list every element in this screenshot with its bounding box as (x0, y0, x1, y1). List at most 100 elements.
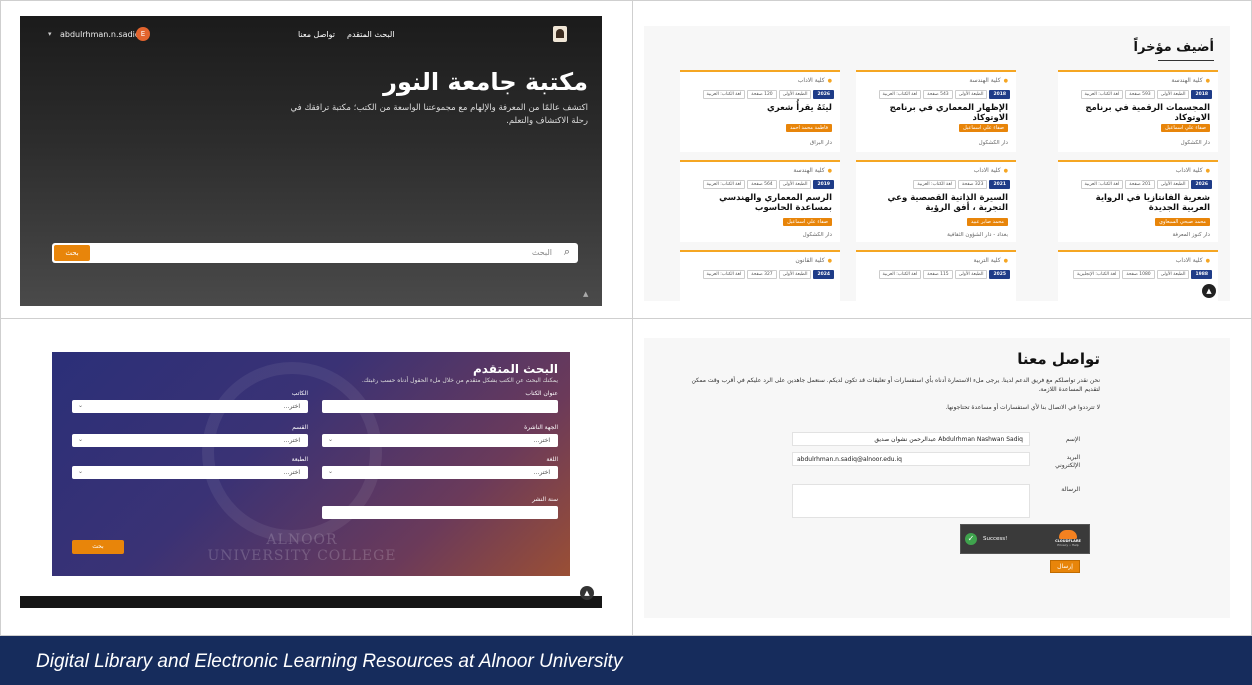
cloud-icon (1059, 530, 1077, 539)
book-title[interactable]: السيرة الذاتية القصصية وعي التجربة ، أفق… (863, 193, 1008, 213)
book-year: 2018 (1191, 90, 1212, 99)
book-card[interactable]: كلية الاداب 1988 الطبعة الأولى 1080 صفحة… (1058, 250, 1218, 301)
book-card[interactable]: كلية القانون 2024 الطبعة الأولى 327 صفحة… (680, 250, 840, 301)
year-label: سنة النشر (532, 496, 558, 503)
book-card[interactable]: كلية الهندسة 2019 الطبعة الأولى 564 صفحة… (680, 160, 840, 242)
book-title[interactable]: الإظهار المعماري في برنامج الاوتوكاد (863, 103, 1008, 123)
publisher-label: الجهة الناشرة (524, 424, 558, 431)
advanced-search-panel: ALNOOR UNIVERSITY COLLEGE البحث المتقدم … (20, 338, 602, 608)
name-label: الإسم (1065, 436, 1080, 443)
book-language: لغة الكتاب: الإنجليزية (1072, 270, 1121, 279)
page-footer (20, 596, 602, 608)
captcha-status: Success! (983, 536, 1008, 542)
search-input[interactable]: البحث (532, 248, 552, 257)
book-language: لغة الكتاب: العربية (878, 270, 922, 279)
avatar[interactable]: E (136, 27, 150, 41)
book-language: لغة الكتاب: العربية (702, 180, 746, 189)
book-edition: الطبعة الأولى (778, 270, 812, 279)
nav-advanced-search[interactable]: البحث المتقدم (347, 30, 395, 39)
university-logo-icon[interactable] (553, 26, 567, 42)
message-field[interactable] (792, 484, 1030, 518)
book-author[interactable]: صفاء علي اسماعيل (959, 124, 1008, 132)
email-field[interactable]: abdulrhman.n.sadiq@alnoor.edu.iq (792, 452, 1030, 466)
book-title[interactable]: المجسمات الرقمية في برنامج الاوتوكاد (1065, 103, 1210, 123)
book-faculty: كلية الاداب (974, 167, 1008, 174)
book-title-label: عنوان الكتاب (525, 390, 558, 397)
watermark-line2: UNIVERSITY COLLEGE (207, 548, 397, 564)
book-publisher: دار الكشكول (1180, 140, 1210, 146)
language-select[interactable]: اختر... ⌄ (322, 466, 558, 479)
book-year: 2018 (989, 90, 1010, 99)
language-label: اللغة (546, 456, 558, 463)
book-title[interactable]: شعرية الفانتازيا في الرواية العربية الجد… (1065, 193, 1210, 213)
book-card[interactable]: كلية الهندسة 2018 الطبعة الأولى 593 صفحة… (1058, 70, 1218, 152)
recently-added-panel: أضيف مؤخراً كلية الهندسة 2018 الطبعة الأ… (644, 26, 1230, 301)
book-tags: 1988 الطبعة الأولى 1080 صفحة لغة الكتاب:… (1072, 270, 1212, 279)
book-card[interactable]: كلية الاداب 2026 الطبعة الأولى 201 صفحة … (1058, 160, 1218, 242)
search-button[interactable]: بحث (72, 540, 124, 554)
book-pages: 593 صفحة (1125, 90, 1155, 99)
book-title[interactable]: الرسم المعماري والهندسي بمساعدة الحاسوب (687, 193, 832, 213)
send-button[interactable]: إرسال (1050, 560, 1080, 573)
edition-select[interactable]: اختر... ⌄ (72, 466, 308, 479)
captcha-widget[interactable]: ✓ Success! CLOUDFLARE Privacy • Help (960, 524, 1090, 554)
form-title: البحث المتقدم (473, 362, 558, 376)
book-edition: الطبعة الأولى (1156, 180, 1190, 189)
book-card[interactable]: كلية التربية 2025 الطبعة الأولى 115 صفحة… (856, 250, 1016, 301)
year-input[interactable] (322, 506, 558, 519)
chevron-down-icon: ⌄ (78, 468, 84, 475)
book-tags: 2026 الطبعة الأولى 120 صفحة لغة الكتاب: … (702, 90, 834, 99)
book-card[interactable]: كلية الاداب 2021 323 صفحة لغة الكتاب: ال… (856, 160, 1016, 242)
scroll-up-button[interactable]: ▲ (1202, 284, 1216, 298)
book-tags: 2018 الطبعة الأولى 543 صفحة لغة الكتاب: … (878, 90, 1010, 99)
search-button[interactable]: بحث (54, 245, 90, 261)
book-author[interactable]: صفاء علي اسماعيل (1161, 124, 1210, 132)
department-label: القسم (292, 424, 308, 431)
book-publisher: بغداد - دار الشؤون الثقافية (947, 232, 1008, 238)
book-author[interactable]: صفاء علي اسماعيل (783, 218, 832, 226)
department-select[interactable]: اختر... ⌄ (72, 434, 308, 447)
book-title[interactable]: ليتَهُ يقرأُ شعري (687, 103, 832, 113)
book-card[interactable]: كلية الاداب 2026 الطبعة الأولى 120 صفحة … (680, 70, 840, 152)
book-pages: 323 صفحة (958, 180, 988, 189)
book-edition: الطبعة الأولى (1156, 90, 1190, 99)
chevron-down-icon[interactable]: ▾ (48, 30, 52, 38)
chevron-down-icon: ⌄ (78, 436, 84, 443)
publisher-select[interactable]: اختر... ⌄ (322, 434, 558, 447)
book-faculty: كلية الهندسة (969, 77, 1008, 84)
heading-underline (1158, 60, 1214, 61)
checkmark-icon: ✓ (965, 533, 977, 545)
book-tags: 2019 الطبعة الأولى 564 صفحة لغة الكتاب: … (702, 180, 834, 189)
book-card[interactable]: كلية الهندسة 2018 الطبعة الأولى 543 صفحة… (856, 70, 1016, 152)
select-value: اختر... (283, 469, 300, 476)
nav-contact[interactable]: تواصل معنا (298, 30, 335, 39)
contact-intro: نحن نقدر تواصلكم مع فريق الدعم لدينا. ير… (691, 377, 1100, 393)
message-label: الرسالة (1061, 486, 1080, 493)
book-edition: الطبعة الأولى (954, 270, 988, 279)
book-edition: الطبعة الأولى (778, 180, 812, 189)
name-field[interactable]: Abdulrhman Nashwan Sadiq عبدالرحمن نشوان… (792, 432, 1030, 446)
book-author[interactable]: فاطمة محمد احمد (785, 124, 832, 132)
book-year: 2021 (989, 180, 1010, 189)
book-year: 1988 (1191, 270, 1212, 279)
writer-select[interactable]: اختر... ⌄ (72, 400, 308, 413)
book-publisher: دار الكشكول (802, 232, 832, 238)
book-author[interactable]: محمد صابر عبيد (966, 218, 1008, 226)
book-title-input[interactable] (322, 400, 558, 413)
writer-label: الكاتب (291, 390, 308, 397)
chevron-down-icon: ⌄ (328, 436, 334, 443)
book-year: 2025 (989, 270, 1010, 279)
book-faculty: كلية الهندسة (1171, 77, 1210, 84)
contact-panel: تواصل معنا نحن نقدر تواصلكم مع فريق الدع… (644, 338, 1230, 618)
book-pages: 120 صفحة (747, 90, 777, 99)
captcha-links[interactable]: Privacy • Help (1053, 543, 1083, 547)
book-author[interactable]: محمد صبحي السبعاوي (1155, 218, 1210, 226)
book-pages: 564 صفحة (747, 180, 777, 189)
scroll-up-button[interactable]: ▲ (580, 586, 594, 600)
book-tags: 2025 الطبعة الأولى 115 صفحة لغة الكتاب: … (878, 270, 1010, 279)
chevron-up-icon[interactable]: ▲ (583, 290, 588, 298)
book-language: لغة الكتاب: العربية (702, 270, 746, 279)
book-pages: 543 صفحة (923, 90, 953, 99)
chevron-down-icon: ⌄ (78, 402, 84, 409)
book-year: 2019 (813, 180, 834, 189)
